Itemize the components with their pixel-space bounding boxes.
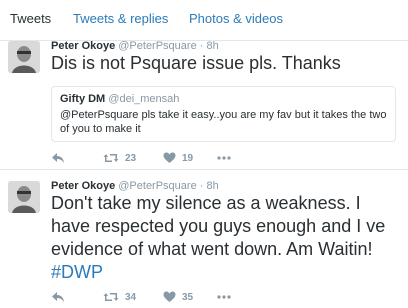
quoted-author-handle: @dei_mensah xyxy=(108,93,180,105)
tweet[interactable]: Peter Okoye @PeterPsquare · 8h Don't tak… xyxy=(0,170,408,308)
avatar[interactable] xyxy=(8,41,40,73)
tweet-actions: 34 35 xyxy=(51,289,391,305)
heart-icon xyxy=(163,152,176,164)
quoted-tweet-header: Gifty DM @dei_mensah xyxy=(60,93,179,105)
timestamp[interactable]: 8h xyxy=(207,180,219,192)
tab-tweets[interactable]: Tweets xyxy=(10,0,51,38)
more-button[interactable] xyxy=(217,150,231,166)
tweet-text: Dis is not Psquare issue pls. Thanks xyxy=(51,53,341,73)
reply-button[interactable] xyxy=(51,289,65,305)
tweet-header: Peter Okoye @PeterPsquare · 8h xyxy=(51,180,219,192)
tab-photos-and-videos[interactable]: Photos & videos xyxy=(189,0,283,38)
tweet[interactable]: Peter Okoye @PeterPsquare · 8h Dis is no… xyxy=(0,40,408,170)
retweet-icon xyxy=(103,291,119,303)
reply-icon xyxy=(51,291,65,303)
tweet-text-body: Don't take my silence as a weakness. I h… xyxy=(51,193,386,259)
like-count: 19 xyxy=(182,152,194,164)
more-button[interactable] xyxy=(217,289,231,305)
like-count: 35 xyxy=(182,291,194,303)
heart-icon xyxy=(163,291,176,303)
tab-tweets-and-replies[interactable]: Tweets & replies xyxy=(73,0,168,38)
author-name[interactable]: Peter Okoye xyxy=(51,180,115,192)
tweet-text: Don't take my silence as a weakness. I h… xyxy=(51,192,401,284)
retweet-count: 34 xyxy=(125,291,137,303)
author-handle[interactable]: @PeterPsquare xyxy=(118,180,196,192)
like-button[interactable]: 35 xyxy=(163,289,193,305)
like-button[interactable]: 19 xyxy=(163,150,193,166)
author-name[interactable]: Peter Okoye xyxy=(51,40,115,52)
hashtag-link[interactable]: #DWP xyxy=(51,262,103,282)
quoted-author-name: Gifty DM xyxy=(60,93,106,105)
reply-icon xyxy=(51,152,65,164)
more-icon xyxy=(217,295,231,299)
more-icon xyxy=(217,156,231,160)
timestamp[interactable]: 8h xyxy=(207,40,219,52)
retweet-icon xyxy=(103,152,119,164)
separator: · xyxy=(199,180,204,192)
author-handle[interactable]: @PeterPsquare xyxy=(118,40,196,52)
tweet-actions: 23 19 xyxy=(51,150,391,166)
reply-button[interactable] xyxy=(51,150,65,166)
quoted-tweet-text: @PeterPsquare pls take it easy..you are … xyxy=(60,109,387,135)
retweet-count: 23 xyxy=(125,152,137,164)
quoted-tweet[interactable]: Gifty DM @dei_mensah @PeterPsquare pls t… xyxy=(51,86,396,142)
profile-tabs: Tweets Tweets & replies Photos & videos xyxy=(0,0,408,41)
avatar[interactable] xyxy=(8,181,40,213)
retweet-button[interactable]: 34 xyxy=(103,289,136,305)
separator: · xyxy=(199,40,204,52)
tweet-header: Peter Okoye @PeterPsquare · 8h xyxy=(51,40,219,52)
retweet-button[interactable]: 23 xyxy=(103,150,136,166)
